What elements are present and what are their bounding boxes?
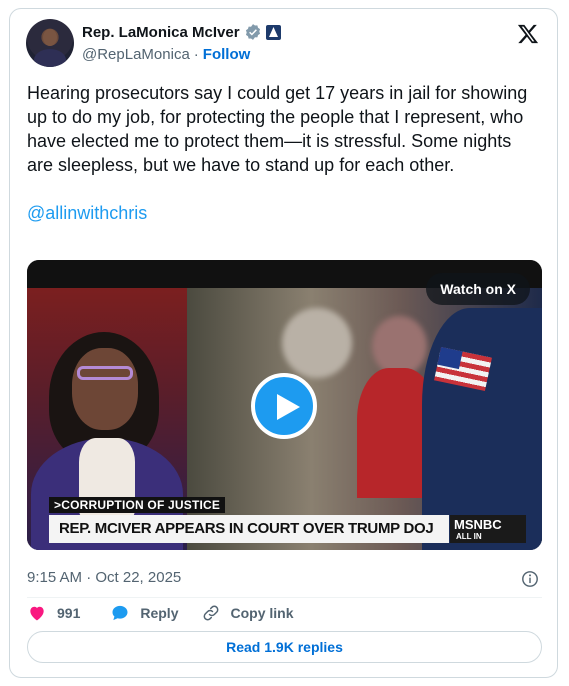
- x-logo-icon[interactable]: [517, 23, 539, 45]
- tweet-timestamp[interactable]: 9:15 AM · Oct 22, 2025: [27, 569, 181, 586]
- author-handle[interactable]: @RepLaMonica: [82, 46, 190, 63]
- network-logo: MSNBC ALL IN: [450, 515, 526, 543]
- separator-dot: ·: [193, 46, 199, 63]
- info-icon[interactable]: [521, 570, 539, 588]
- author-name-row: Rep. LaMonica McIver: [82, 23, 281, 41]
- heart-icon: [30, 606, 44, 621]
- reply-button[interactable]: Reply: [110, 603, 178, 623]
- like-count: 991: [57, 605, 81, 621]
- link-icon: [204, 605, 219, 621]
- play-button[interactable]: [251, 373, 317, 439]
- mention-link[interactable]: @allinwithchris: [27, 203, 147, 223]
- chyron-kicker: >CORRUPTION OF JUSTICE: [49, 497, 226, 513]
- reply-label: Reply: [140, 605, 179, 621]
- tweet-card: Rep. LaMonica McIver @RepLaMonica · Foll…: [9, 8, 558, 678]
- tweet-body: Hearing prosecutors say I could get 17 y…: [27, 83, 533, 175]
- chyron-headline: REP. MCIVER APPEARS IN COURT OVER TRUMP …: [49, 515, 449, 550]
- read-replies-button[interactable]: Read 1.9K replies: [27, 631, 542, 663]
- reply-bubble-icon: [112, 605, 128, 621]
- copy-link-label: Copy link: [230, 605, 294, 621]
- author-handle-row: @RepLaMonica · Follow: [82, 46, 250, 63]
- avatar[interactable]: [26, 19, 74, 67]
- author-name[interactable]: Rep. LaMonica McIver: [82, 24, 240, 41]
- play-icon: [277, 394, 300, 420]
- follow-button[interactable]: Follow: [203, 46, 251, 63]
- action-bar: 991 Reply Copy link: [27, 601, 294, 625]
- like-button[interactable]: 991: [27, 603, 80, 623]
- network-name: MSNBC: [454, 517, 502, 532]
- copy-link-button[interactable]: Copy link: [202, 604, 294, 622]
- show-name: ALL IN: [456, 532, 482, 541]
- watch-on-x-button[interactable]: Watch on X: [426, 273, 530, 305]
- verified-badge-icon: [245, 24, 260, 40]
- tweet-text: Hearing prosecutors say I could get 17 y…: [27, 81, 542, 225]
- divider: [27, 597, 542, 598]
- government-affiliation-icon: [265, 24, 281, 40]
- video-media[interactable]: >CORRUPTION OF JUSTICE REP. MCIVER APPEA…: [27, 260, 542, 550]
